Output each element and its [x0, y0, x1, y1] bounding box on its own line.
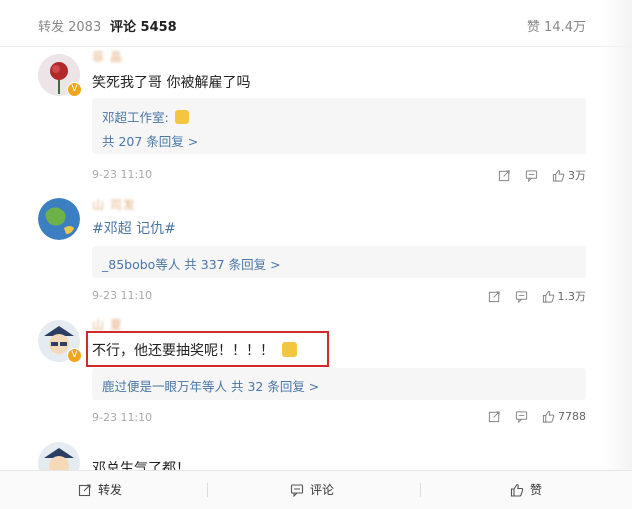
- comment-tabs: 转发 2083 评论 5458 赞 14.4万: [0, 0, 632, 47]
- reply-button[interactable]: [515, 290, 528, 303]
- reply-author[interactable]: 邓超工作室:: [102, 107, 189, 126]
- comment-label: 评论: [310, 483, 335, 497]
- reply-count-link[interactable]: _85bobo等人 共 337 条回复 >: [102, 254, 281, 273]
- comment-text: 笑死我了哥 你被解雇了吗: [92, 75, 251, 91]
- comment-actions: 1.3万: [474, 288, 587, 304]
- globe-avatar-icon: [38, 198, 80, 240]
- username[interactable]: 山 司发: [92, 196, 136, 213]
- comment-item: 山 司发 #邓超 记仇# _85bobo等人 共 337 条回复 > 9-23 …: [0, 188, 632, 308]
- comment-time: 9-23 11:10: [92, 168, 153, 181]
- reply-box[interactable]: 鹿过便是一眼万年等人 共 32 条回复 >: [92, 368, 586, 400]
- like-label: 赞: [530, 483, 543, 497]
- comment-actions: 3万: [484, 167, 586, 183]
- share-icon: [488, 290, 500, 302]
- verified-badge-icon: V: [67, 82, 82, 97]
- bottom-action-bar: 转发 评论 赞: [0, 470, 632, 509]
- tab-comment[interactable]: 评论 5458: [110, 16, 177, 35]
- share-icon: [488, 411, 500, 423]
- reply-box[interactable]: 邓超工作室: 共 207 条回复 >: [92, 98, 586, 154]
- share-icon: [78, 483, 91, 496]
- comment-actions: 7788: [474, 410, 586, 423]
- divider: [420, 483, 421, 497]
- reply-button[interactable]: [515, 410, 528, 423]
- avatar[interactable]: [38, 442, 80, 470]
- comment-icon: [515, 411, 528, 423]
- doge-emoji-icon: [174, 110, 189, 124]
- tab-like[interactable]: 赞 14.4万: [527, 16, 586, 35]
- thumbs-up-icon: [542, 290, 554, 303]
- cartoon-avatar-icon: [38, 442, 80, 470]
- comment-time: 9-23 11:10: [92, 411, 153, 424]
- reply-button[interactable]: [525, 169, 538, 182]
- thumbs-up-icon: [552, 169, 565, 182]
- thumbs-up-icon: [542, 410, 555, 423]
- comment-icon: [290, 483, 304, 497]
- comment-button[interactable]: 评论: [290, 481, 334, 498]
- like-button[interactable]: 7788: [542, 410, 586, 423]
- reply-box[interactable]: _85bobo等人 共 337 条回复 >: [92, 246, 586, 278]
- reply-count-link[interactable]: 共 207 条回复 >: [102, 131, 198, 150]
- reply-count-link[interactable]: 鹿过便是一眼万年等人 共 32 条回复 >: [102, 376, 319, 395]
- highlight-box: [86, 331, 329, 367]
- tab-repost[interactable]: 转发 2083: [38, 16, 101, 35]
- comment-icon: [515, 290, 527, 303]
- repost-button[interactable]: 转发: [78, 481, 122, 498]
- comment-item: 邓总生气了都！: [0, 432, 632, 470]
- comment-time: 9-23 11:10: [92, 289, 153, 302]
- comment-item: V 山 夏 不行，他还要抽奖呢！！！！ 鹿过便是一眼万年等人 共 32 条回复 …: [0, 310, 632, 430]
- repost-label: 转发: [98, 483, 123, 497]
- topic-hashtag[interactable]: #邓超 记仇#: [92, 221, 176, 237]
- comment-icon: [525, 169, 538, 182]
- username[interactable]: 菲 晶: [92, 48, 123, 65]
- comment-text: 邓总生气了都！: [92, 461, 190, 470]
- thumbs-up-icon: [510, 483, 524, 497]
- avatar[interactable]: [38, 198, 80, 240]
- like-button[interactable]: 1.3万: [542, 288, 587, 304]
- share-icon: [498, 169, 510, 181]
- divider: [207, 483, 208, 497]
- like-button[interactable]: 3万: [552, 167, 586, 183]
- comment-text: #邓超 记仇#: [92, 218, 176, 238]
- share-button[interactable]: [488, 290, 501, 303]
- like-count: 7788: [558, 410, 586, 423]
- like-count: 3万: [568, 169, 586, 182]
- verified-badge-icon: V: [67, 348, 82, 363]
- share-button[interactable]: [498, 169, 511, 182]
- like-button[interactable]: 赞: [510, 481, 542, 498]
- edge-shadow: [602, 0, 632, 470]
- like-count: 1.3万: [557, 290, 587, 303]
- share-button[interactable]: [488, 410, 501, 423]
- comment-item: V 菲 晶 笑死我了哥 你被解雇了吗 邓超工作室: 共 207 条回复 > 9-…: [0, 46, 632, 186]
